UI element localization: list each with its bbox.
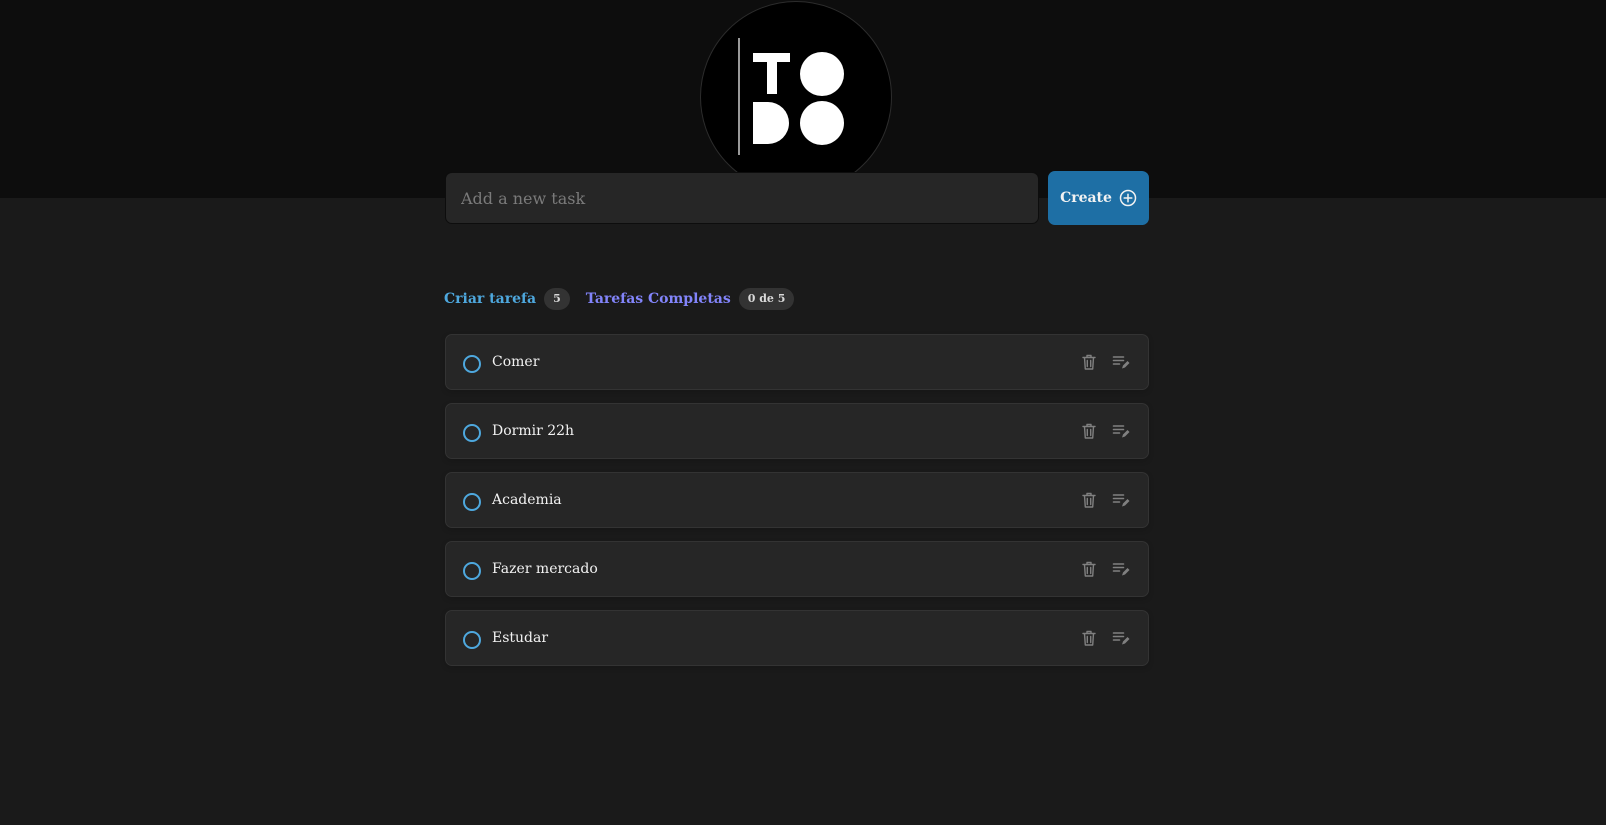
task-text: Estudar [492,630,549,646]
created-tasks-badge: 5 [544,288,570,310]
task-checkbox-icon[interactable] [463,562,481,580]
trash-icon[interactable] [1080,629,1098,647]
task-text: Comer [492,354,540,370]
completed-tasks-counter: Tarefas Completas 0 de 5 [586,288,795,310]
task-item: Comer [445,334,1149,390]
task-text: Fazer mercado [492,561,598,577]
task-item: Fazer mercado [445,541,1149,597]
trash-icon[interactable] [1080,353,1098,371]
edit-list-icon[interactable] [1112,491,1130,509]
todo-logo [700,1,892,193]
new-task-input[interactable] [445,172,1039,224]
task-checkbox-icon[interactable] [463,424,481,442]
edit-list-icon[interactable] [1112,560,1130,578]
task-item: Estudar [445,610,1149,666]
created-tasks-counter: Criar tarefa 5 [444,288,570,310]
trash-icon[interactable] [1080,422,1098,440]
completed-tasks-badge: 0 de 5 [738,288,795,310]
edit-list-icon[interactable] [1112,422,1130,440]
edit-list-icon[interactable] [1112,629,1130,647]
created-tasks-label: Criar tarefa [444,291,537,307]
task-item: Academia [445,472,1149,528]
edit-list-icon[interactable] [1112,353,1130,371]
create-button-label: Create [1060,190,1112,206]
completed-tasks-label: Tarefas Completas [585,291,731,307]
task-checkbox-icon[interactable] [463,631,481,649]
plus-circle-icon [1119,189,1137,207]
task-checkbox-icon[interactable] [463,355,481,373]
create-button[interactable]: Create [1048,171,1149,225]
task-item: Dormir 22h [445,403,1149,459]
task-checkbox-icon[interactable] [463,493,481,511]
task-counters: Criar tarefa 5 Tarefas Completas 0 de 5 [444,287,795,311]
task-list: Comer Dormir 22h Academia Fazer mercado [445,334,1149,679]
trash-icon[interactable] [1080,491,1098,509]
task-text: Dormir 22h [492,423,575,439]
trash-icon[interactable] [1080,560,1098,578]
task-text: Academia [492,492,562,508]
